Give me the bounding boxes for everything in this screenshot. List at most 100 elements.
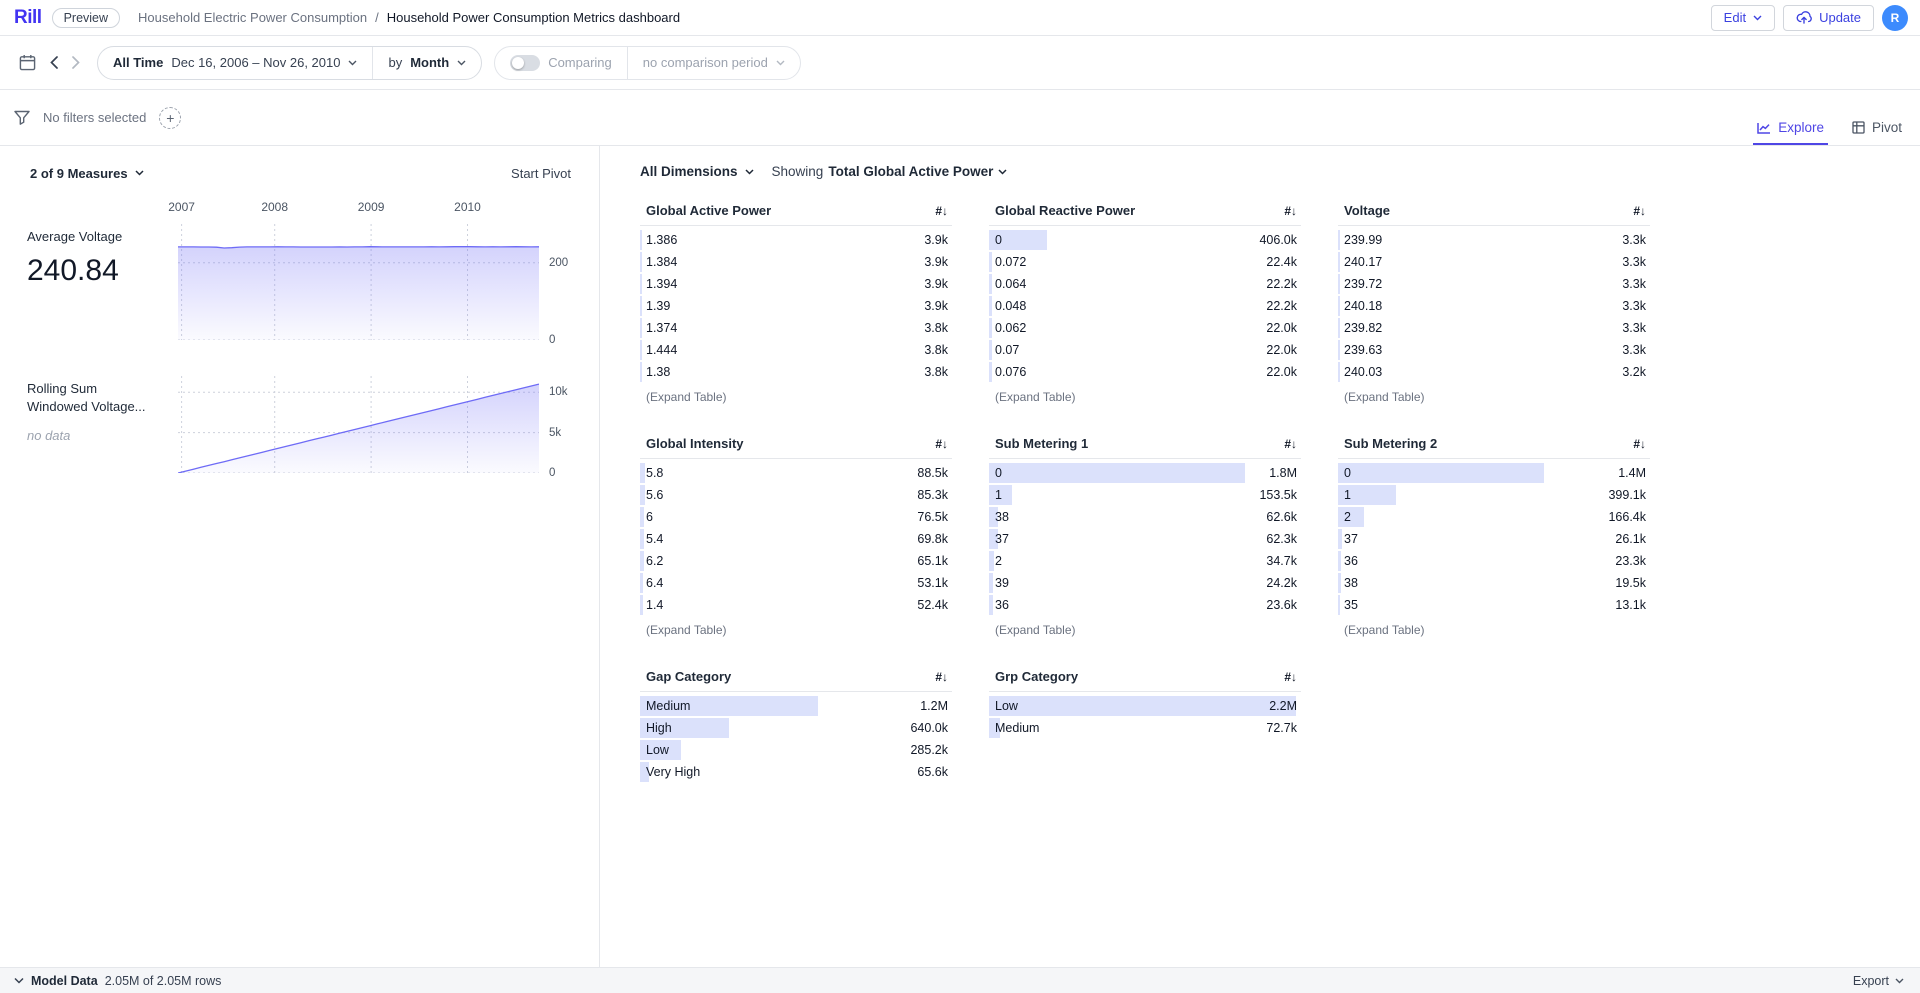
leaderboard-row[interactable]: 3623.3k	[1338, 550, 1650, 572]
sort-by-count-button[interactable]: #↓	[1633, 204, 1646, 218]
sort-by-count-button[interactable]: #↓	[935, 437, 948, 451]
leaderboard-row[interactable]: 3623.6k	[989, 594, 1301, 616]
time-grain-dropdown[interactable]: by Month	[373, 47, 481, 79]
leaderboard-row[interactable]: 0.0722.0k	[989, 339, 1301, 361]
leaderboard-row[interactable]: 0.06422.2k	[989, 273, 1301, 295]
leaderboard-title[interactable]: Global Reactive Power	[995, 203, 1135, 218]
leaderboard-row[interactable]: 0.06222.0k	[989, 317, 1301, 339]
rill-logo[interactable]: Rill	[14, 7, 42, 29]
leaderboard-row[interactable]: 239.723.3k	[1338, 273, 1650, 295]
comparing-toggle-segment[interactable]: Comparing	[495, 47, 627, 79]
sort-by-count-button[interactable]: #↓	[1633, 437, 1646, 451]
expand-table-link[interactable]: (Expand Table)	[989, 616, 1301, 637]
leaderboard-row[interactable]: 6.453.1k	[640, 572, 952, 594]
export-button[interactable]: Export	[1853, 974, 1904, 988]
expand-table-link[interactable]: (Expand Table)	[1338, 383, 1650, 404]
leaderboard-row[interactable]: 1.452.4k	[640, 594, 952, 616]
dimension-value: 1.374	[646, 321, 677, 335]
sort-by-count-button[interactable]: #↓	[1284, 204, 1297, 218]
leaderboard-row[interactable]: 3819.5k	[1338, 572, 1650, 594]
leaderboard-row[interactable]: 239.633.3k	[1338, 339, 1650, 361]
leaderboard-title[interactable]: Global Active Power	[646, 203, 771, 218]
edit-button[interactable]: Edit	[1711, 5, 1775, 31]
leaderboard-row[interactable]: 239.993.3k	[1338, 229, 1650, 251]
leaderboard-row[interactable]: 1.3843.9k	[640, 251, 952, 273]
leaderboard-rows: 0406.0k0.07222.4k0.06422.2k0.04822.2k0.0…	[989, 226, 1301, 383]
leaderboard-row[interactable]: 5.469.8k	[640, 528, 952, 550]
leaderboard-row[interactable]: 3726.1k	[1338, 528, 1650, 550]
leaderboard-row[interactable]: 676.5k	[640, 506, 952, 528]
leaderboard-row[interactable]: 1.3743.8k	[640, 317, 952, 339]
leaderboard-row[interactable]: 1.393.9k	[640, 295, 952, 317]
leaderboard-title[interactable]: Gap Category	[646, 669, 731, 684]
leaderboard-title[interactable]: Global Intensity	[646, 436, 744, 451]
rolling-sum-windowed-voltage-chart[interactable]	[178, 376, 539, 473]
leaderboard-row[interactable]: Low2.2M	[989, 695, 1301, 717]
leaderboard-row[interactable]: Low285.2k	[640, 739, 952, 761]
all-dimensions-dropdown[interactable]: All Dimensions	[640, 164, 754, 179]
expand-table-link[interactable]: (Expand Table)	[640, 616, 952, 637]
leaderboard-row[interactable]: 240.033.2k	[1338, 361, 1650, 383]
leaderboard-row[interactable]: 3513.1k	[1338, 594, 1650, 616]
expand-table-link[interactable]: (Expand Table)	[1338, 616, 1650, 637]
leaderboard-row[interactable]: 1.4443.8k	[640, 339, 952, 361]
breadcrumb-parent[interactable]: Household Electric Power Consumption	[138, 10, 367, 25]
tab-explore[interactable]: Explore	[1757, 120, 1824, 145]
measure-big-number[interactable]: 240.84	[27, 254, 160, 288]
leaderboard-row[interactable]: Medium1.2M	[640, 695, 952, 717]
expand-table-link[interactable]: (Expand Table)	[640, 383, 952, 404]
leaderboard-row[interactable]: 239.823.3k	[1338, 317, 1650, 339]
leaderboard-row[interactable]: 1.3863.9k	[640, 229, 952, 251]
comparison-period-dropdown[interactable]: no comparison period	[628, 47, 800, 79]
leaderboard-row[interactable]: 3924.2k	[989, 572, 1301, 594]
leaderboard-row[interactable]: 240.173.3k	[1338, 251, 1650, 273]
model-data-label[interactable]: Model Data	[31, 974, 98, 988]
leaderboard-title[interactable]: Grp Category	[995, 669, 1078, 684]
leaderboard-row[interactable]: Very High65.6k	[640, 761, 952, 783]
expand-table-link[interactable]: (Expand Table)	[989, 383, 1301, 404]
measures-selector[interactable]: 2 of 9 Measures	[30, 166, 144, 181]
leaderboard-row[interactable]: 0.07622.0k	[989, 361, 1301, 383]
value-bar	[1338, 463, 1544, 483]
showing-measure-dropdown[interactable]: Showing Total Global Active Power	[772, 164, 1008, 179]
leaderboard-row[interactable]: 3762.3k	[989, 528, 1301, 550]
start-pivot-button[interactable]: Start Pivot	[511, 166, 571, 181]
leaderboard-row[interactable]: 0.07222.4k	[989, 251, 1301, 273]
leaderboard-title[interactable]: Sub Metering 1	[995, 436, 1088, 451]
leaderboard-row[interactable]: 01.4M	[1338, 462, 1650, 484]
leaderboard-row[interactable]: Medium72.7k	[989, 717, 1301, 739]
leaderboard-title[interactable]: Voltage	[1344, 203, 1390, 218]
leaderboard-row[interactable]: 1153.5k	[989, 484, 1301, 506]
leaderboard-row[interactable]: High640.0k	[640, 717, 952, 739]
average-voltage-chart[interactable]	[178, 224, 539, 340]
leaderboard-row[interactable]: 2166.4k	[1338, 506, 1650, 528]
leaderboard-row[interactable]: 0.04822.2k	[989, 295, 1301, 317]
update-button[interactable]: Update	[1783, 5, 1874, 31]
sort-by-count-button[interactable]: #↓	[1284, 670, 1297, 684]
leaderboard-row[interactable]: 234.7k	[989, 550, 1301, 572]
tab-pivot[interactable]: Pivot	[1852, 120, 1902, 145]
leaderboard-title[interactable]: Sub Metering 2	[1344, 436, 1437, 451]
leaderboard-row[interactable]: 6.265.1k	[640, 550, 952, 572]
leaderboard-row[interactable]: 3862.6k	[989, 506, 1301, 528]
leaderboard-row[interactable]: 5.685.3k	[640, 484, 952, 506]
leaderboard-row[interactable]: 1399.1k	[1338, 484, 1650, 506]
comparing-toggle[interactable]	[510, 55, 540, 71]
next-range-button[interactable]	[67, 51, 85, 74]
sort-by-count-button[interactable]: #↓	[935, 670, 948, 684]
calendar-icon[interactable]	[14, 49, 41, 76]
leaderboard-row[interactable]: 5.888.5k	[640, 462, 952, 484]
add-filter-button[interactable]: +	[159, 107, 181, 129]
leaderboard-row[interactable]: 0406.0k	[989, 229, 1301, 251]
leaderboard-row[interactable]: 01.8M	[989, 462, 1301, 484]
leaderboard-row[interactable]: 1.3943.9k	[640, 273, 952, 295]
sort-by-count-button[interactable]: #↓	[1284, 437, 1297, 451]
sort-by-count-button[interactable]: #↓	[935, 204, 948, 218]
time-range-dropdown[interactable]: All Time Dec 16, 2006 – Nov 26, 2010	[98, 47, 372, 79]
chevron-down-icon[interactable]	[14, 977, 24, 984]
year-label: 2007	[168, 200, 195, 214]
leaderboard-row[interactable]: 1.383.8k	[640, 361, 952, 383]
avatar[interactable]: R	[1882, 5, 1908, 31]
leaderboard-row[interactable]: 240.183.3k	[1338, 295, 1650, 317]
prev-range-button[interactable]	[45, 51, 63, 74]
